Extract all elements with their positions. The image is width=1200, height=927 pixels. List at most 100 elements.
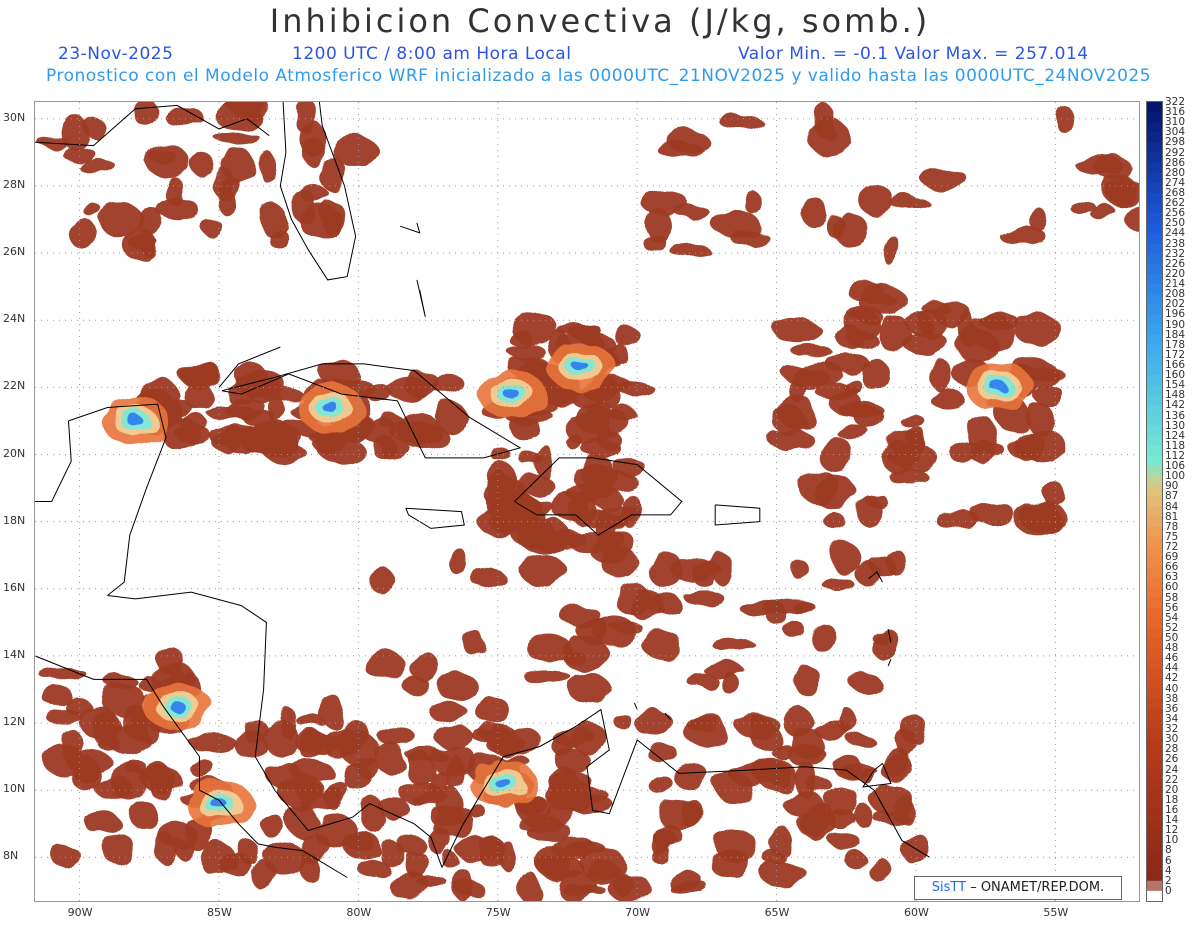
- cin-cell: [670, 243, 711, 260]
- colorbar-swatch: [1147, 102, 1162, 113]
- colorbar-swatch: [1147, 557, 1162, 568]
- lon-label: 90W: [67, 906, 93, 919]
- cin-cell: [211, 432, 245, 452]
- cin-cell: [810, 621, 836, 652]
- colorbar-swatch: [1147, 627, 1162, 639]
- colorbar-swatch: [1147, 587, 1162, 599]
- value-min-max: Valor Min. = -0.1 Valor Max. = 257.014: [738, 44, 1089, 64]
- cin-cell: [78, 159, 117, 175]
- cin-cell: [827, 215, 845, 240]
- colorbar-swatches: [1147, 102, 1162, 902]
- colorbar-swatch: [1147, 607, 1162, 619]
- cin-cell: [596, 504, 642, 524]
- cin-cell: [376, 726, 415, 745]
- cin-cell: [509, 417, 542, 440]
- colorbar-swatch: [1147, 253, 1162, 265]
- coastline: [416, 279, 426, 318]
- sistt-logo: SisTT: [931, 880, 967, 895]
- cin-cell: [884, 550, 908, 574]
- lat-label: 10N: [3, 782, 26, 796]
- cin-cell: [250, 858, 277, 891]
- cin-cell: [646, 551, 684, 587]
- cin-cell: [552, 726, 595, 749]
- cin-cell: [503, 389, 520, 400]
- cin-cell: [703, 662, 745, 679]
- colorbar-swatch: [1147, 294, 1162, 305]
- cin-cell: [672, 762, 709, 790]
- cin-cell: [437, 787, 464, 823]
- colorbar-swatch: [1147, 122, 1162, 133]
- cin-cell: [136, 207, 165, 236]
- cin-cell: [233, 728, 266, 759]
- cin-cell: [1056, 106, 1075, 134]
- cin-cell: [368, 569, 397, 594]
- cin-cell: [719, 113, 762, 130]
- cin-cell: [858, 184, 894, 216]
- coastline: [35, 420, 72, 502]
- cin-cell: [68, 216, 95, 249]
- cin-cell: [576, 788, 610, 804]
- lat-label: 8N: [3, 849, 19, 863]
- colorbar-swatch: [1147, 455, 1162, 467]
- lon-label: 60W: [903, 906, 929, 919]
- cin-cell: [261, 815, 287, 839]
- cin-cell: [289, 760, 334, 782]
- cin-cell: [648, 774, 673, 795]
- colorbar-swatch: [1147, 152, 1162, 164]
- colorbar-swatch: [1147, 698, 1162, 710]
- cin-cell: [844, 848, 865, 869]
- cin-cell: [189, 759, 215, 778]
- cin-cell: [928, 388, 964, 408]
- cin-cell: [523, 670, 572, 684]
- map-panel: [34, 101, 1140, 902]
- colorbar-swatch: [1147, 344, 1162, 356]
- colorbar-swatch: [1147, 880, 1162, 892]
- lat-label: 14N: [3, 647, 26, 661]
- cin-cell: [97, 203, 144, 236]
- cin-cell: [783, 620, 805, 639]
- cin-cell: [692, 565, 717, 587]
- cin-cell: [920, 168, 968, 190]
- cin-cell: [362, 650, 406, 679]
- colorbar-swatch: [1147, 395, 1162, 407]
- cin-cell: [433, 725, 474, 749]
- colorbar-swatch: [1147, 577, 1162, 589]
- colorbar-swatch: [1147, 284, 1162, 295]
- colorbar-swatch: [1147, 263, 1162, 275]
- colorbar-swatch: [1147, 375, 1162, 386]
- colorbar-swatch: [1147, 769, 1162, 781]
- credit-text: – ONAMET/REP.DOM.: [966, 880, 1105, 895]
- cin-cell: [711, 210, 760, 238]
- colorbar-swatch: [1147, 597, 1162, 609]
- cin-cell: [790, 559, 809, 579]
- cin-cell: [645, 745, 679, 760]
- cin-cell: [838, 708, 857, 735]
- coastline: [405, 507, 465, 529]
- cin-cell: [790, 343, 831, 357]
- cin-cell: [470, 569, 507, 588]
- cin-cell: [169, 701, 186, 712]
- colorbar: [1146, 101, 1163, 902]
- cin-cell: [866, 293, 897, 308]
- cin-cell: [586, 862, 621, 879]
- cin-cell: [173, 837, 193, 859]
- colorbar-swatch: [1147, 506, 1162, 518]
- cin-cell: [850, 310, 885, 324]
- cin-cell: [1066, 198, 1094, 211]
- cin-cell: [1014, 311, 1060, 347]
- cin-cell: [371, 437, 410, 461]
- colorbar-swatch: [1147, 132, 1162, 144]
- cin-cell: [518, 872, 541, 901]
- cin-cell: [643, 593, 682, 613]
- cin-cell: [877, 316, 912, 352]
- cin-cell: [905, 425, 927, 453]
- cin-cell: [153, 832, 177, 863]
- cin-cell: [488, 724, 518, 756]
- colorbar-swatch: [1147, 678, 1162, 690]
- cin-cell: [641, 190, 689, 216]
- cin-cell: [1124, 206, 1139, 231]
- colorbar-swatch: [1147, 304, 1162, 315]
- cin-cell: [750, 725, 783, 751]
- cin-cell: [1020, 502, 1068, 533]
- cin-cell: [868, 857, 892, 883]
